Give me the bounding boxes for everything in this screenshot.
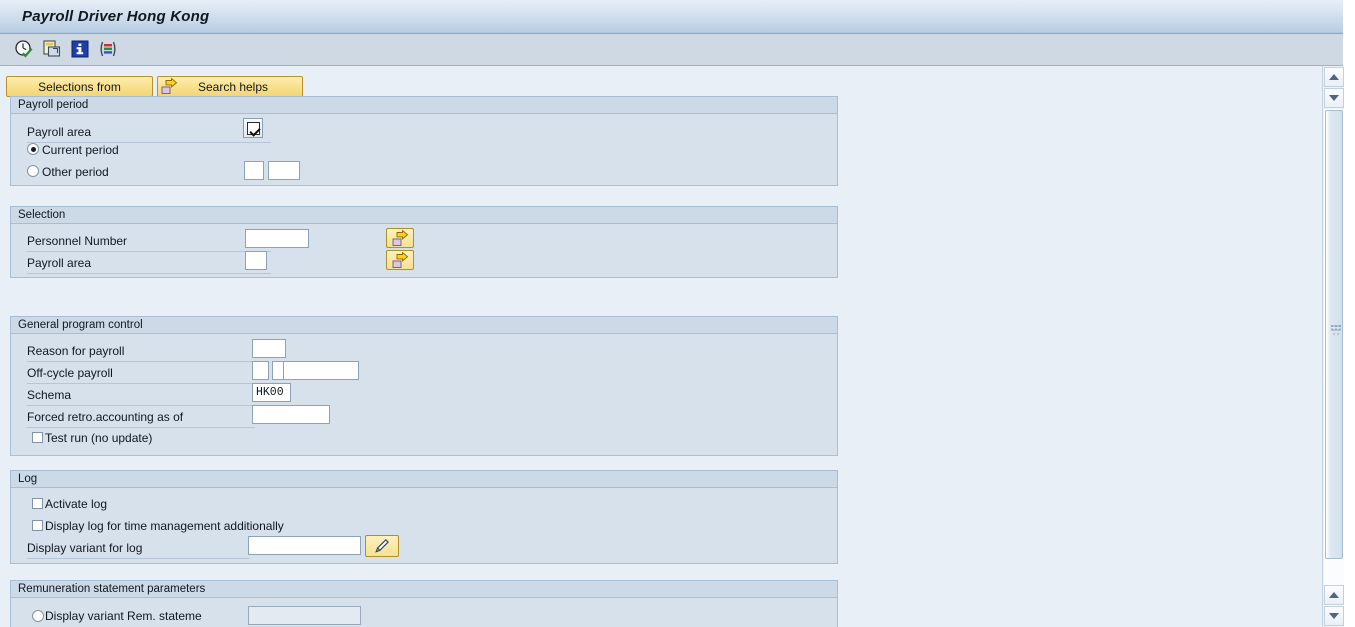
scroll-down-button-bottom[interactable] <box>1324 606 1344 626</box>
group-general-program-control: General program control Reason for payro… <box>10 316 838 456</box>
field-underline <box>27 273 271 274</box>
personnel-number-input[interactable] <box>245 229 309 248</box>
field-underline <box>27 361 255 362</box>
execute-clock-icon[interactable] <box>13 38 34 59</box>
group-selection-title: Selection <box>11 207 837 224</box>
current-period-radio[interactable] <box>27 143 39 155</box>
group-log-title: Log <box>11 471 837 488</box>
copy-variant-icon[interactable] <box>41 38 62 59</box>
display-variant-rem-statement-radio[interactable] <box>32 610 44 622</box>
checkmark-icon <box>246 121 260 135</box>
payroll-area-multiple-selection-button[interactable] <box>386 250 414 270</box>
vertical-scrollbar[interactable] <box>1322 66 1344 627</box>
display-variant-for-log-edit-button[interactable] <box>365 535 399 557</box>
off-cycle-payroll-input-3[interactable] <box>283 361 359 380</box>
arrow-right-icon <box>161 78 178 95</box>
payroll-area-selection-input[interactable] <box>245 251 267 270</box>
display-variant-for-log-input[interactable] <box>248 536 361 555</box>
field-underline <box>27 251 271 252</box>
selections-from-button[interactable]: Selections from <box>6 76 153 97</box>
display-variant-rem-statement-input[interactable] <box>248 606 361 625</box>
other-period-field-2[interactable] <box>268 161 300 180</box>
caret-down-icon <box>1329 95 1339 101</box>
test-run-label: Test run (no update) <box>45 431 153 445</box>
group-log: Log Activate log Display log for time ma… <box>10 470 838 564</box>
selection-screen-canvas: Selections from Search helps Payroll per… <box>0 66 1322 627</box>
payroll-area-selection-label: Payroll area <box>27 256 92 270</box>
caret-up-icon <box>1329 74 1339 80</box>
group-remuneration-statement-parameters-title: Remuneration statement parameters <box>11 581 837 598</box>
caret-down-icon <box>1329 613 1339 619</box>
search-helps-button[interactable]: Search helps <box>157 76 303 97</box>
selections-from-label: Selections from <box>38 79 121 94</box>
test-run-checkbox[interactable] <box>32 432 43 443</box>
current-period-label: Current period <box>42 143 119 157</box>
other-period-label: Other period <box>42 165 109 179</box>
other-period-field-1[interactable] <box>244 161 264 180</box>
personnel-number-label: Personnel Number <box>27 234 128 248</box>
payroll-area-checkbox-button[interactable] <box>243 118 263 138</box>
info-icon[interactable] <box>69 38 90 59</box>
display-log-time-management-checkbox[interactable] <box>32 520 43 531</box>
display-variant-rem-statement-label: Display variant Rem. stateme <box>45 609 202 623</box>
field-underline <box>27 427 255 428</box>
display-log-time-management-label: Display log for time management addition… <box>45 519 284 533</box>
field-underline <box>27 405 255 406</box>
activate-log-checkbox[interactable] <box>32 498 43 509</box>
caret-up-icon <box>1329 592 1339 598</box>
scroll-up-button-bottom[interactable] <box>1324 585 1344 605</box>
group-general-program-control-title: General program control <box>11 317 837 334</box>
group-payroll-period-title: Payroll period <box>11 97 837 114</box>
forced-retro-accounting-label: Forced retro.accounting as of <box>27 410 184 424</box>
scroll-down-button-top[interactable] <box>1324 88 1344 108</box>
reason-for-payroll-label: Reason for payroll <box>27 344 125 358</box>
field-underline <box>27 383 255 384</box>
forced-retro-accounting-input[interactable] <box>252 405 330 424</box>
page-title: Payroll Driver Hong Kong <box>22 8 210 25</box>
search-helps-label: Search helps <box>197 79 269 94</box>
group-selection: Selection Personnel Number Payroll area <box>10 206 838 278</box>
right-gutter <box>1344 66 1355 627</box>
activate-log-label: Activate log <box>45 497 108 511</box>
schema-label: Schema <box>27 388 72 402</box>
group-remuneration-statement-parameters: Remuneration statement parameters Displa… <box>10 580 838 627</box>
group-payroll-period: Payroll period Payroll area Current peri… <box>10 96 838 186</box>
reason-for-payroll-input[interactable] <box>252 339 286 358</box>
display-variant-for-log-label: Display variant for log <box>27 541 143 555</box>
splitter-grip-icon[interactable] <box>1333 325 1341 339</box>
window-title-bar: Payroll Driver Hong Kong <box>0 0 1343 34</box>
personnel-number-multiple-selection-button[interactable] <box>386 228 414 248</box>
toolbar-icon-group <box>13 38 118 59</box>
field-underline <box>27 558 249 559</box>
sap-window: Payroll Driver Hong Kong Selections from… <box>0 0 1355 627</box>
off-cycle-payroll-input-1[interactable] <box>252 361 269 380</box>
payroll-area-label: Payroll area <box>27 125 92 139</box>
application-toolbar: © www.tutorialkart.com <box>0 34 1343 99</box>
pencil-icon <box>375 538 389 553</box>
off-cycle-payroll-label: Off-cycle payroll <box>27 366 113 380</box>
other-period-radio[interactable] <box>27 165 39 177</box>
schema-input[interactable] <box>252 383 291 402</box>
selection-screen-button-row: Selections from Search helps <box>6 76 303 97</box>
scroll-up-button-top[interactable] <box>1324 67 1344 87</box>
multiple-selection-icon[interactable] <box>97 38 118 59</box>
